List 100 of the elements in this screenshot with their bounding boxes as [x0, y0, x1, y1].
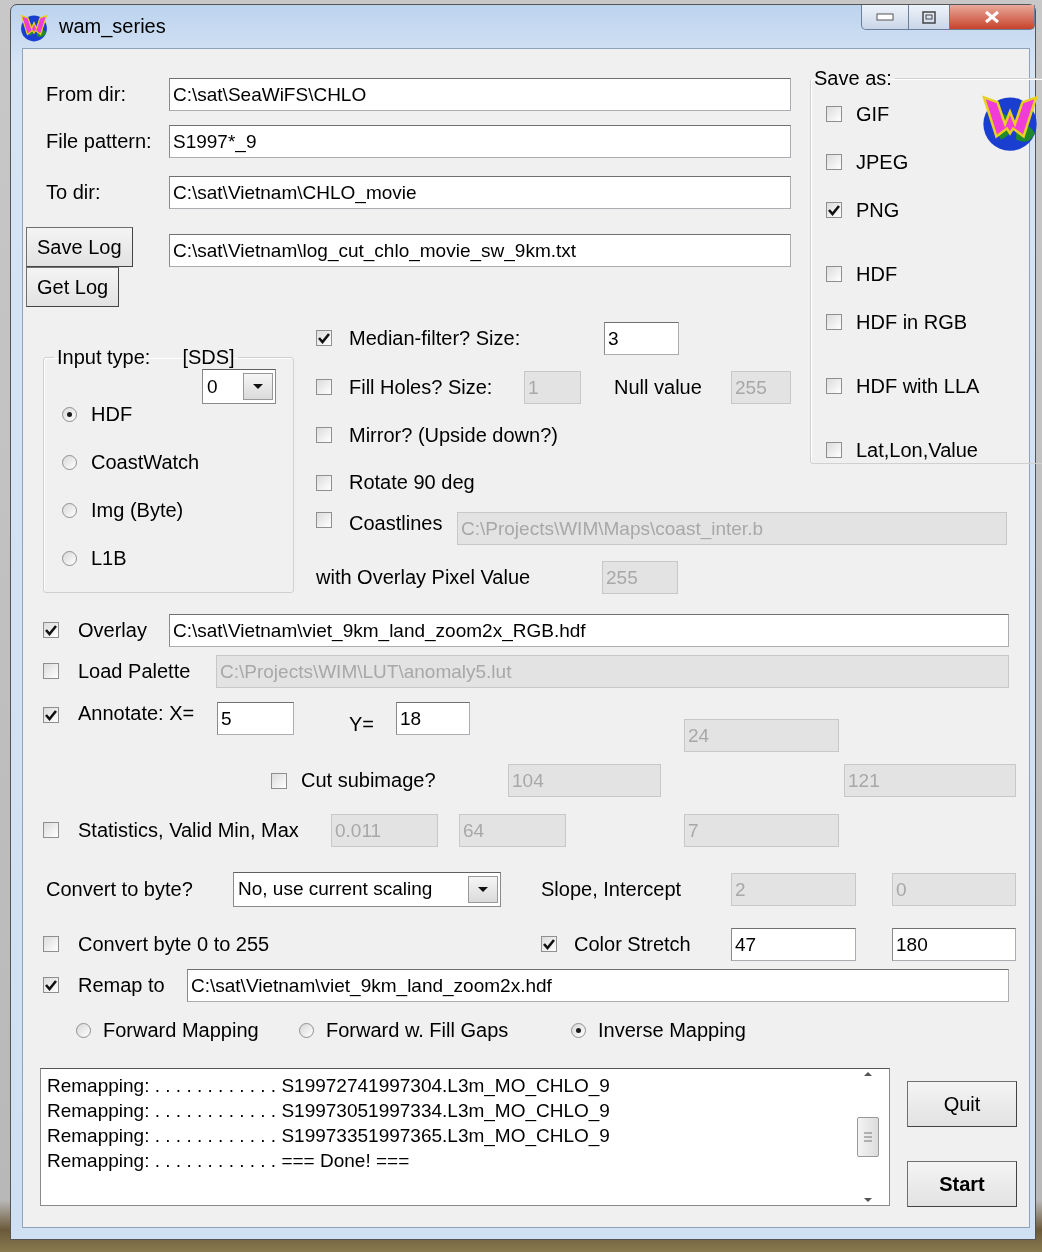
- text-field[interactable]: 3: [604, 321, 679, 355]
- checkbox[interactable]: [43, 936, 59, 952]
- close-icon: [984, 10, 1000, 24]
- scrollbar[interactable]: [855, 1071, 881, 1203]
- checkbox[interactable]: [43, 622, 59, 638]
- minimize-button[interactable]: [861, 5, 909, 30]
- checkbox[interactable]: [316, 427, 332, 443]
- text-field[interactable]: 18: [396, 702, 470, 735]
- scroll-down-icon: [863, 1197, 873, 1203]
- group-title: Input type:: [57, 346, 151, 369]
- checkbox-label: HDF in RGB: [856, 310, 968, 334]
- checkbox[interactable]: [316, 512, 332, 528]
- checkbox-label: Fill Holes? Size:: [349, 375, 493, 399]
- dropdown[interactable]: 0: [202, 369, 276, 404]
- caret-icon: [477, 885, 489, 893]
- radio-label: Inverse Mapping: [598, 1018, 746, 1042]
- quit-button[interactable]: Quit: [907, 1081, 1017, 1127]
- checkbox-label: PNG: [856, 198, 900, 222]
- checkbox-label: Overlay: [78, 618, 147, 642]
- label: Convert to byte?: [46, 877, 193, 901]
- log-line: Remapping: . . . . . . . . . . . . S19973051997334.L3m_MO_CHLO_9: [47, 1099, 611, 1123]
- checkbox[interactable]: [43, 822, 59, 838]
- checkbox[interactable]: [271, 772, 287, 789]
- radio-label: Forward Mapping: [103, 1018, 259, 1042]
- checkbox[interactable]: [826, 378, 842, 394]
- checkbox-label: Statistics, Valid Min, Max: [78, 818, 299, 842]
- checkmark-icon: [318, 332, 330, 344]
- text-field[interactable]: C:\sat\Vietnam\viet_9km_land_zoom2x_RGB.hdf: [169, 613, 1009, 647]
- checkbox-label: Annotate: X=: [78, 702, 195, 725]
- log-line: Remapping: . . . . . . . . . . . . === Done! ===: [47, 1149, 411, 1173]
- text-field[interactable]: S1997*_9: [169, 125, 791, 158]
- label: From dir:: [46, 83, 126, 106]
- log-line: Remapping: . . . . . . . . . . . . S19972741997304.L3m_MO_CHLO_9: [47, 1074, 611, 1098]
- radio-button[interactable]: [62, 550, 77, 566]
- checkbox-label: HDF: [856, 262, 898, 286]
- radio-button[interactable]: [76, 1022, 91, 1038]
- text-field[interactable]: 47: [731, 927, 856, 961]
- checkbox-label: Load Palette: [78, 659, 191, 683]
- start-button[interactable]: Start: [907, 1161, 1017, 1207]
- radio-button[interactable]: [62, 406, 77, 422]
- group-title: Save as:: [814, 67, 892, 90]
- text-field[interactable]: C:\sat\SeaWiFS\CHLO: [169, 78, 791, 111]
- label: with Overlay Pixel Value: [316, 566, 531, 589]
- checkbox[interactable]: [316, 379, 332, 395]
- checkbox-label: Remap to: [78, 973, 165, 997]
- dropdown[interactable]: No, use current scaling: [233, 871, 501, 907]
- checkmark-icon: [45, 709, 57, 721]
- checkbox-label: Mirror? (Upside down?): [349, 423, 558, 447]
- radio-button[interactable]: [571, 1022, 586, 1038]
- radio-button[interactable]: [299, 1022, 314, 1038]
- checkbox-label: HDF with LLA: [856, 374, 980, 398]
- caret-icon: [252, 383, 264, 390]
- checkbox[interactable]: [826, 314, 842, 330]
- checkmark-icon: [45, 624, 57, 636]
- checkbox-label: Rotate 90 deg: [349, 471, 475, 494]
- close-button[interactable]: [950, 5, 1035, 30]
- label: Null value: [614, 375, 702, 399]
- checkbox-label: Color Stretch: [574, 932, 691, 956]
- checkbox[interactable]: [43, 707, 59, 723]
- checkbox[interactable]: [541, 936, 557, 952]
- radio-label: Img (Byte): [91, 498, 184, 522]
- text-field[interactable]: 180: [892, 927, 1016, 961]
- label: File pattern:: [46, 130, 152, 153]
- checkbox[interactable]: [826, 106, 842, 122]
- checkbox[interactable]: [826, 442, 842, 458]
- maximize-icon: [922, 10, 936, 24]
- text-field[interactable]: 5: [217, 702, 294, 735]
- checkbox-label: Median-filter? Size:: [349, 326, 521, 350]
- radio-button[interactable]: [62, 502, 77, 518]
- checkmark-icon: [543, 938, 555, 950]
- text-field[interactable]: C:\sat\Vietnam\CHLO_movie: [169, 175, 791, 209]
- checkbox[interactable]: [826, 202, 842, 218]
- window-title: wam_series: [59, 15, 166, 38]
- radio-button[interactable]: [62, 454, 77, 470]
- checkmark-icon: [828, 204, 840, 216]
- checkbox[interactable]: [316, 474, 332, 491]
- label: Y=: [349, 713, 375, 736]
- checkbox-label: Cut subimage?: [301, 769, 436, 792]
- radio-label: L1B: [91, 546, 127, 570]
- label: Slope, Intercept: [541, 877, 682, 901]
- radio-label: HDF: [91, 402, 133, 426]
- save-log-button[interactable]: Save Log: [26, 227, 133, 267]
- checkbox[interactable]: [43, 977, 59, 993]
- label: [SDS]: [182, 346, 235, 369]
- text-field[interactable]: C:\sat\Vietnam\log_cut_chlo_movie_sw_9km.txt: [169, 234, 791, 267]
- get-log-button[interactable]: Get Log: [26, 267, 120, 307]
- label: To dir:: [46, 180, 101, 204]
- checkmark-icon: [45, 979, 57, 991]
- radio-label: CoastWatch: [91, 450, 200, 474]
- checkbox-label: Lat,Lon,Value: [856, 438, 978, 462]
- checkbox[interactable]: [826, 266, 842, 282]
- checkbox-label: JPEG: [856, 150, 909, 174]
- checkbox-label: Coastlines: [349, 512, 443, 535]
- minimize-icon: [876, 13, 894, 21]
- maximize-button[interactable]: [909, 5, 950, 30]
- text-field[interactable]: C:\sat\Vietnam\viet_9km_land_zoom2x.hdf: [187, 968, 1009, 1002]
- checkbox[interactable]: [316, 330, 332, 346]
- checkbox[interactable]: [826, 154, 842, 170]
- checkbox[interactable]: [43, 663, 59, 679]
- grip-icon: [863, 1131, 873, 1143]
